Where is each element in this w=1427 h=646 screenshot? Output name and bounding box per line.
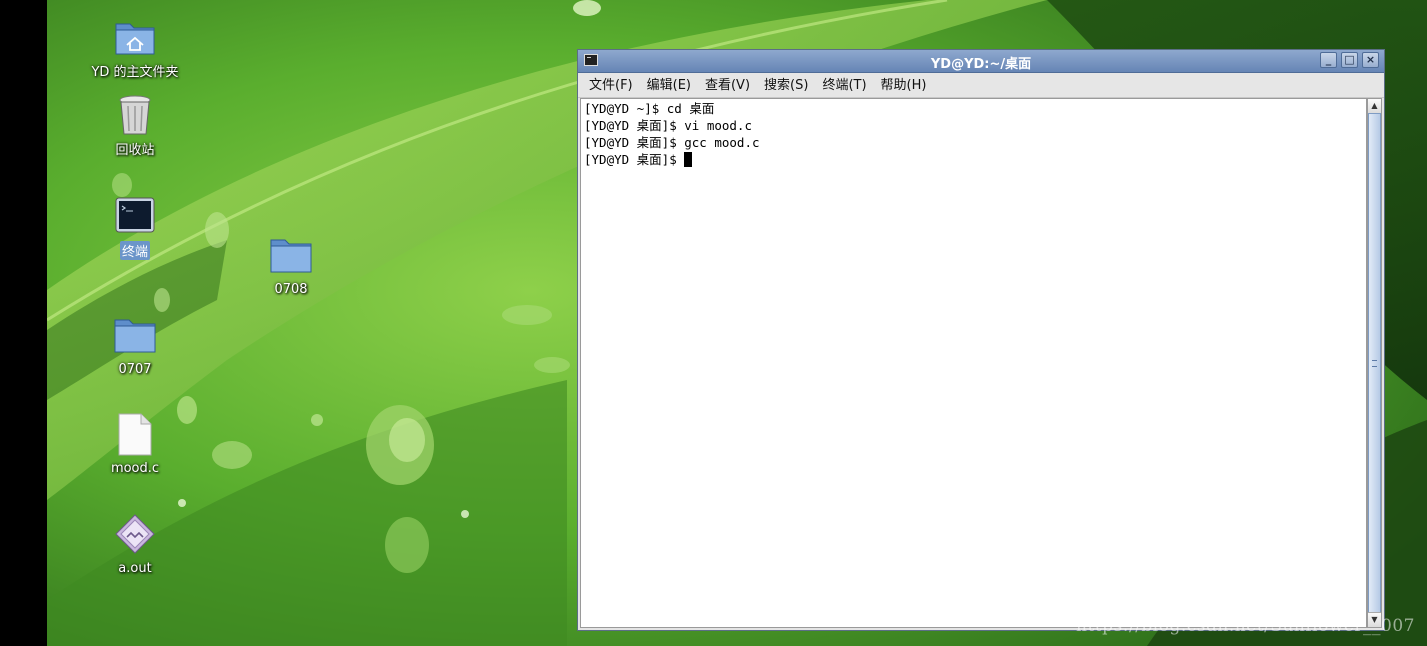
menu-help[interactable]: 帮助(H) — [874, 74, 934, 95]
close-button[interactable]: × — [1362, 52, 1379, 68]
terminal-icon — [115, 197, 155, 233]
desktop-icon-mood-c[interactable]: mood.c — [85, 413, 185, 476]
window-title: YD@YD:~/桌面 — [930, 57, 1032, 72]
desktop-icon-label: a.out — [118, 561, 152, 576]
desktop-icon-trash[interactable]: 回收站 — [85, 92, 185, 158]
text-cursor — [684, 152, 693, 167]
scrollbar-thumb[interactable] — [1368, 113, 1381, 613]
menu-bar: 文件(F) 编辑(E) 查看(V) 搜索(S) 终端(T) 帮助(H) — [578, 73, 1384, 98]
window-titlebar[interactable]: YD@YD:~/桌面 _ □ × — [578, 50, 1384, 73]
desktop-icon-terminal[interactable]: 终端 — [85, 194, 185, 260]
terminal-line: [YD@YD 桌面]$ vi mood.c — [584, 118, 752, 133]
terminal-prompt: [YD@YD 桌面]$ — [584, 152, 685, 167]
desktop-icon-a-out[interactable]: a.out — [85, 513, 185, 576]
terminal-line: [YD@YD ~]$ cd 桌面 — [584, 101, 715, 116]
home-folder-icon — [115, 23, 155, 55]
menu-file[interactable]: 文件(F) — [582, 74, 640, 95]
desktop: YD 的主文件夹 回收站 终端 0708 0707 mood.c a.out Y… — [0, 0, 1427, 646]
desktop-icon-folder-0708[interactable]: 0708 — [241, 234, 341, 297]
grip-icon — [1372, 360, 1377, 367]
executable-icon — [115, 514, 155, 554]
desktop-icon-label: 0708 — [274, 282, 308, 297]
terminal-output[interactable]: [YD@YD ~]$ cd 桌面 [YD@YD 桌面]$ vi mood.c [YD… — [580, 98, 1367, 628]
trash-icon — [119, 95, 151, 135]
vertical-scrollbar[interactable]: ▲ ▼ — [1367, 98, 1382, 628]
desktop-icon-label: 终端 — [119, 241, 150, 260]
desktop-icon-label: 0707 — [118, 362, 152, 377]
menu-terminal[interactable]: 终端(T) — [815, 74, 873, 95]
menu-search[interactable]: 搜索(S) — [757, 74, 815, 95]
folder-icon — [114, 319, 156, 353]
desktop-icon-home[interactable]: YD 的主文件夹 — [85, 14, 185, 80]
desktop-icon-label: YD 的主文件夹 — [91, 65, 179, 80]
folder-icon — [270, 239, 312, 273]
text-file-icon — [118, 413, 152, 456]
terminal-window[interactable]: YD@YD:~/桌面 _ □ × 文件(F) 编辑(E) 查看(V) 搜索(S) 终端(… — [577, 49, 1385, 631]
minimize-button[interactable]: _ — [1320, 52, 1337, 68]
terminal-line: [YD@YD 桌面]$ gcc mood.c — [584, 135, 760, 150]
watermark: https://blog.csdn.net/Sunflower__007 — [1076, 616, 1415, 636]
desktop-icon-label: mood.c — [110, 461, 160, 476]
maximize-button[interactable]: □ — [1341, 52, 1358, 68]
scroll-up-arrow-icon[interactable]: ▲ — [1368, 99, 1381, 114]
menu-edit[interactable]: 编辑(E) — [640, 74, 698, 95]
desktop-icon-folder-0707[interactable]: 0707 — [85, 314, 185, 377]
terminal-prompt-line[interactable]: [YD@YD 桌面]$ — [584, 151, 760, 168]
desktop-icon-label: 回收站 — [115, 143, 155, 158]
terminal-text: [YD@YD ~]$ cd 桌面 [YD@YD 桌面]$ vi mood.c [YD… — [584, 100, 760, 168]
menu-view[interactable]: 查看(V) — [698, 74, 757, 95]
